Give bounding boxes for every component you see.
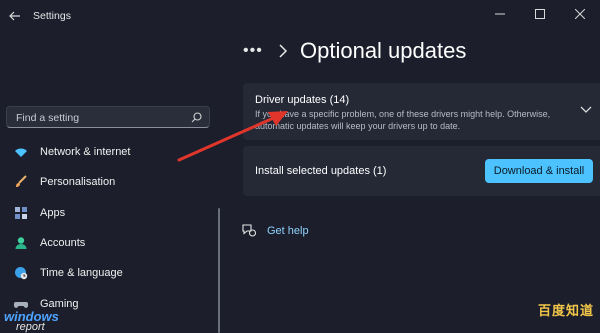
install-selected-label: Install selected updates (1) (255, 165, 387, 177)
close-button[interactable] (560, 0, 600, 28)
search-icon[interactable] (191, 112, 202, 123)
app-title: Settings (33, 10, 71, 22)
sidebar-item-label: Network & internet (40, 146, 131, 158)
sidebar-item-label: Time & language (40, 267, 123, 279)
chevron-down-icon[interactable] (580, 105, 592, 115)
minimize-icon (495, 13, 505, 15)
wifi-icon (15, 148, 27, 157)
sidebar-item-label: Accounts (40, 237, 86, 249)
maximize-button[interactable] (520, 0, 560, 28)
apps-icon (15, 207, 27, 219)
driver-updates-title: Driver updates (14) (255, 94, 350, 106)
watermark-windows-report: windows report (4, 309, 74, 333)
globe-clock-icon (15, 267, 28, 280)
download-install-button[interactable]: Download & install (485, 159, 593, 183)
brush-icon (16, 175, 27, 187)
driver-updates-card[interactable]: Driver updates (14) If you have a specif… (243, 83, 600, 140)
get-help-link[interactable]: Get help (267, 225, 309, 237)
install-updates-card: Install selected updates (1) Download & … (243, 146, 600, 196)
sidebar-item-label: Personalisation (40, 176, 116, 188)
watermark-baidu: 百度知道 (538, 303, 595, 318)
window-controls (480, 0, 600, 28)
driver-updates-description: If you have a specific problem, one of t… (255, 109, 551, 131)
page-title: Optional updates (300, 38, 467, 63)
help-chat-icon (242, 224, 257, 237)
title-bar: Settings (0, 0, 600, 32)
sidebar-item-network[interactable]: Network & internet (0, 140, 215, 166)
sidebar-item-apps[interactable]: Apps (0, 201, 215, 227)
sidebar-scrollbar[interactable] (218, 208, 220, 333)
watermark-report-text: report (16, 321, 45, 333)
person-icon (15, 237, 27, 249)
sidebar-item-label: Apps (40, 207, 66, 219)
search-field[interactable]: Find a setting (6, 106, 210, 128)
sidebar-item-personalisation[interactable]: Personalisation (0, 170, 215, 196)
sidebar-item-accounts[interactable]: Accounts (0, 231, 215, 257)
sidebar-item-time-language[interactable]: Time & language (0, 261, 215, 287)
back-arrow-icon[interactable] (8, 9, 22, 23)
search-placeholder: Find a setting (16, 112, 80, 124)
maximize-icon (535, 9, 545, 19)
close-icon (575, 9, 585, 19)
chevron-right-icon (279, 44, 288, 58)
minimize-button[interactable] (480, 0, 520, 28)
breadcrumb-more[interactable]: ••• (243, 42, 263, 60)
